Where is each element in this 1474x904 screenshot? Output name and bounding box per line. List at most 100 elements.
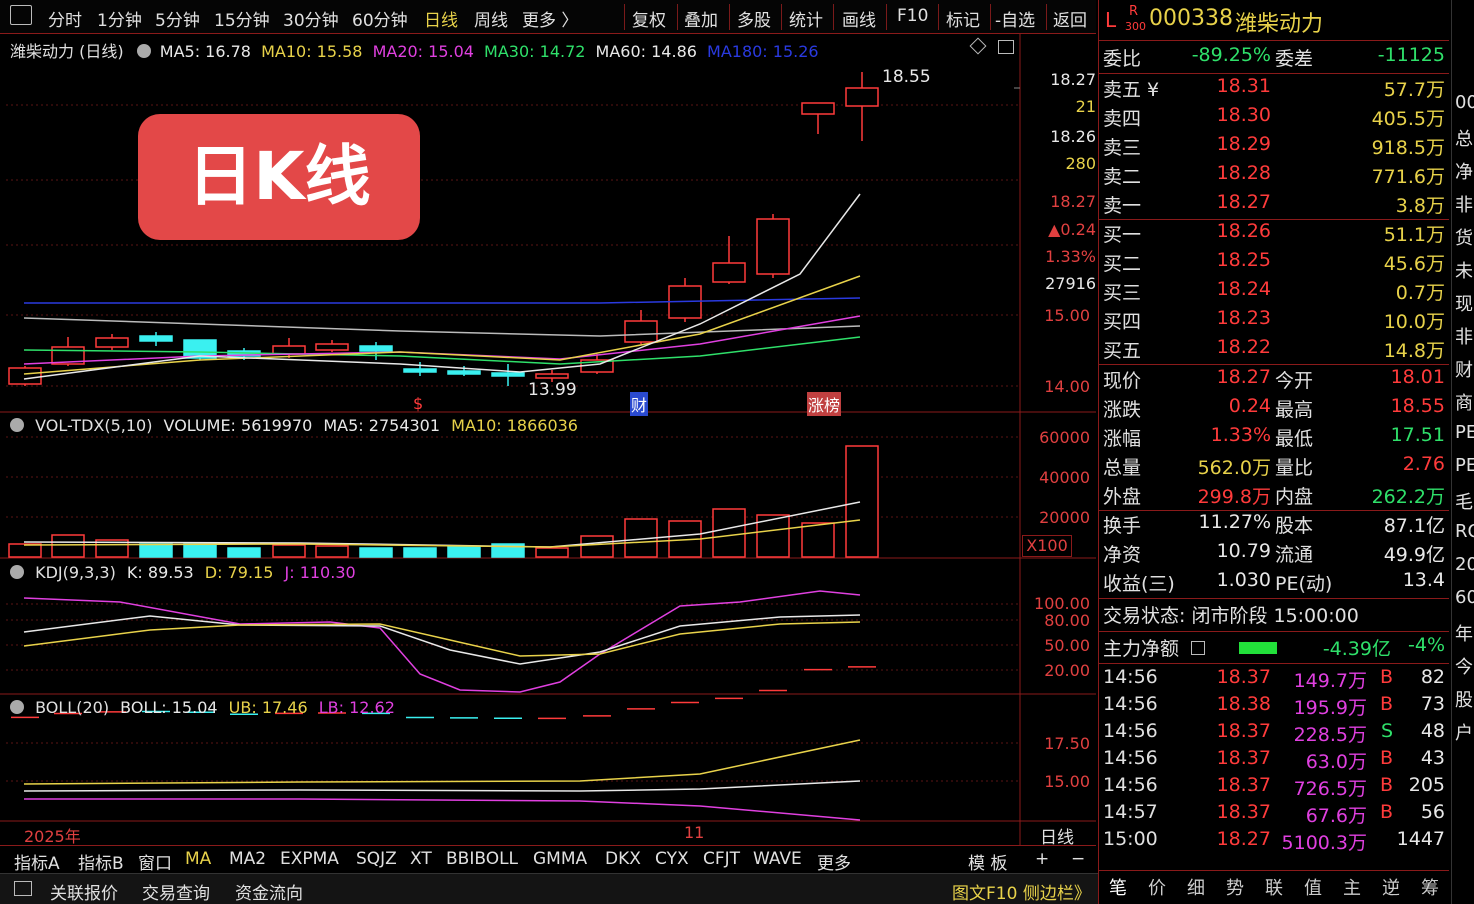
side-info-ask-vol: 21 — [1075, 97, 1096, 116]
tab-dkx[interactable]: DKX — [605, 849, 641, 869]
tick-count: 205 — [1408, 774, 1445, 796]
f10-sidebar-toggle[interactable]: 图文F10 侧边栏》 — [952, 879, 1091, 904]
candle-body — [712, 262, 746, 283]
quote-tab[interactable]: 价 — [1148, 874, 1166, 900]
tool-f10[interactable]: F10 — [897, 6, 928, 26]
quote-panel: L R 300 000338 潍柴动力 委比 -89.25% 委差 -11125… — [1098, 0, 1450, 904]
tab-xt[interactable]: XT — [410, 849, 432, 869]
trade-query-tab[interactable]: 交易查询 — [142, 879, 210, 904]
tab-cyx[interactable]: CYX — [655, 849, 689, 869]
tab-more[interactable]: 更多 — [817, 849, 851, 874]
tick-side: B — [1379, 666, 1393, 688]
fund-flow-tab[interactable]: 资金流向 — [235, 879, 303, 904]
side-info-volume: 27916 — [1045, 274, 1096, 293]
status-menu-icon[interactable] — [14, 881, 32, 896]
period-30min[interactable]: 30分钟 — [283, 6, 339, 31]
sell-level-row[interactable]: 卖三 18.29 918.5万 — [1099, 133, 1449, 162]
template-button[interactable]: 模 板 — [968, 849, 1007, 874]
sell-level-row[interactable]: 卖二 18.28 771.6万 — [1099, 162, 1449, 191]
candle-body — [491, 372, 525, 377]
volume-legend: VOL-TDX(5,10) VOLUME: 5619970 MA5: 27543… — [10, 416, 578, 435]
quote-tab[interactable]: 主 — [1343, 874, 1361, 900]
tick-price: 18.37 — [1216, 666, 1271, 688]
link-quote-tab[interactable]: 关联报价 — [50, 879, 118, 904]
quote-tab[interactable]: 势 — [1226, 874, 1244, 900]
quote-tab[interactable]: 筹 — [1421, 874, 1439, 900]
quote-tab[interactable]: 逆 — [1382, 874, 1400, 900]
tab-indicator-a[interactable]: 指标A — [14, 849, 60, 874]
tool-back[interactable]: 返回 — [1053, 6, 1087, 31]
kdj-axis-80: 80.00 — [1044, 611, 1090, 630]
buy-level-row[interactable]: 买五 18.22 14.8万 — [1099, 336, 1449, 365]
sell-level-row[interactable]: 卖一 18.27 3.8万 — [1099, 191, 1449, 220]
buy-level-row[interactable]: 买一 18.26 51.1万 — [1099, 220, 1449, 249]
ma180-label: MA180: 15.26 — [707, 42, 819, 61]
legend-toggle-icon[interactable] — [10, 418, 24, 432]
buy-level-row[interactable]: 买四 18.23 10.0万 — [1099, 307, 1449, 336]
finance-marker[interactable]: 财 — [630, 392, 649, 416]
top-gainer-marker[interactable]: 涨榜 — [807, 392, 842, 416]
tab-cfjt[interactable]: CFJT — [703, 849, 740, 869]
legend-toggle-icon[interactable] — [10, 700, 24, 714]
tab-bbiboll[interactable]: BBIBOLL — [446, 849, 518, 869]
buy-level-volume: 14.8万 — [1383, 340, 1445, 362]
period-5min[interactable]: 5分钟 — [155, 6, 200, 31]
tab-ma2[interactable]: MA2 — [229, 849, 266, 869]
add-indicator-button[interactable]: + — [1035, 849, 1049, 869]
volume-bar — [845, 445, 879, 558]
main-net-icon[interactable] — [1191, 641, 1205, 655]
period-weekly[interactable]: 周线 — [474, 6, 508, 31]
tool-biaoji[interactable]: 标记 — [946, 6, 980, 31]
legend-toggle-icon[interactable] — [10, 565, 24, 579]
tool-diejia[interactable]: 叠加 — [684, 6, 718, 31]
tab-sqjz[interactable]: SQJZ — [356, 849, 397, 869]
period-60min[interactable]: 60分钟 — [352, 6, 408, 31]
buy-level-row[interactable]: 买二 18.25 45.6万 — [1099, 249, 1449, 278]
sell-level-row[interactable]: 卖四 18.30 405.5万 — [1099, 104, 1449, 133]
buy-level-row[interactable]: 买三 18.24 0.7万 — [1099, 278, 1449, 307]
tab-wave[interactable]: WAVE — [753, 849, 802, 869]
tab-ma[interactable]: MA — [185, 849, 211, 869]
tick-time: 14:56 — [1103, 774, 1158, 796]
remove-indicator-button[interactable]: − — [1071, 849, 1085, 869]
quote-tab[interactable]: 值 — [1304, 874, 1322, 900]
tool-zixuan[interactable]: -自选 — [995, 6, 1035, 31]
weibi-label: 委比 — [1103, 48, 1142, 70]
tab-indicator-b[interactable]: 指标B — [78, 849, 124, 874]
dividend-marker[interactable]: $ — [413, 394, 423, 413]
period-fenshi[interactable]: 分时 — [48, 6, 82, 31]
tool-duogu[interactable]: 多股 — [737, 6, 771, 31]
sell-level-row[interactable]: 卖五 ¥ 18.31 57.7万 — [1099, 75, 1449, 104]
period-15min[interactable]: 15分钟 — [214, 6, 270, 31]
boll-axis-17.5: 17.50 — [1044, 734, 1090, 753]
quote-tab[interactable]: 联 — [1265, 874, 1283, 900]
period-more[interactable]: 更多 〉 — [522, 6, 578, 31]
tool-huaxian[interactable]: 画线 — [842, 6, 876, 31]
toolbar-divider — [938, 4, 939, 30]
tool-fuquan[interactable]: 复权 — [632, 6, 666, 31]
period-toolbar: 分时 1分钟 5分钟 15分钟 30分钟 60分钟 日线 周线 更多 〉 复权 … — [0, 0, 1096, 34]
edge-label: 商 — [1455, 393, 1473, 414]
tab-gmma[interactable]: GMMA — [533, 849, 587, 869]
stat-value: 18.27 — [1216, 366, 1271, 388]
tick-time: 15:00 — [1103, 828, 1158, 850]
side-info-bid: 18.26 — [1050, 127, 1096, 146]
panel-toggle-icon[interactable] — [10, 5, 32, 25]
buy-level-label: 买一 — [1103, 224, 1142, 246]
boll-legend: BOLL(20) BOLL: 15.04 UB: 17.46 LB: 12.62 — [10, 698, 395, 717]
tab-expma[interactable]: EXPMA — [280, 849, 339, 869]
buy-level-price: 18.23 — [1216, 307, 1271, 329]
period-daily[interactable]: 日线 — [424, 6, 458, 31]
ma180-line — [24, 297, 861, 304]
tool-tongji[interactable]: 统计 — [789, 6, 823, 31]
candle-body — [756, 218, 790, 275]
panel-layout-icon[interactable] — [998, 40, 1014, 54]
period-1min[interactable]: 1分钟 — [97, 6, 142, 31]
stock-300-badge: 300 — [1125, 20, 1146, 33]
fundamental-label: 流通 — [1275, 544, 1314, 566]
tab-window[interactable]: 窗口 — [138, 849, 172, 874]
quote-tab[interactable]: 笔 — [1109, 874, 1127, 900]
legend-toggle-icon[interactable] — [136, 44, 151, 58]
quote-tab[interactable]: 细 — [1187, 874, 1205, 900]
tick-amount: 63.0万 — [1305, 751, 1367, 773]
